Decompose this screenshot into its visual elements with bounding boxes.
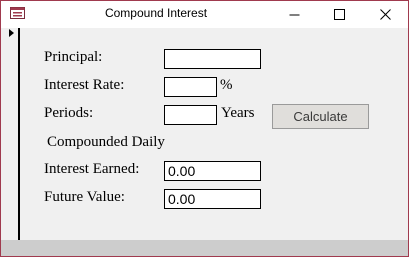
periods-label: Periods: (44, 105, 94, 121)
title-bar[interactable]: Compound Interest (1, 1, 408, 28)
minimize-button[interactable] (271, 1, 317, 28)
close-icon (379, 9, 391, 20)
periods-years-unit: Years (221, 105, 255, 121)
interest-earned-field[interactable]: 0.00 (164, 161, 261, 181)
interest-earned-label: Interest Earned: (44, 161, 140, 177)
periods-field[interactable] (164, 105, 217, 125)
principal-label: Principal: (44, 49, 103, 65)
minimize-icon (289, 14, 299, 16)
interest-rate-field[interactable] (164, 77, 217, 97)
compounding-label: Compounded Daily (47, 134, 165, 150)
maximize-button[interactable] (316, 1, 362, 28)
calculate-button[interactable]: Calculate (272, 104, 369, 129)
future-value-field[interactable]: 0.00 (164, 189, 261, 209)
record-selector-arrow-icon (9, 29, 14, 37)
access-form-window: Compound Interest Principal: Interest Ra… (0, 0, 409, 257)
form-bottom-bar (1, 240, 408, 256)
form-icon (10, 7, 25, 19)
future-value-label: Future Value: (44, 189, 125, 205)
rate-percent-unit: % (220, 77, 233, 93)
principal-field[interactable] (164, 49, 261, 69)
window-title: Compound Interest (104, 6, 208, 20)
close-button[interactable] (362, 1, 408, 28)
interest-rate-label: Interest Rate: (44, 77, 125, 93)
record-selector[interactable] (1, 28, 18, 240)
maximize-icon (333, 9, 345, 20)
